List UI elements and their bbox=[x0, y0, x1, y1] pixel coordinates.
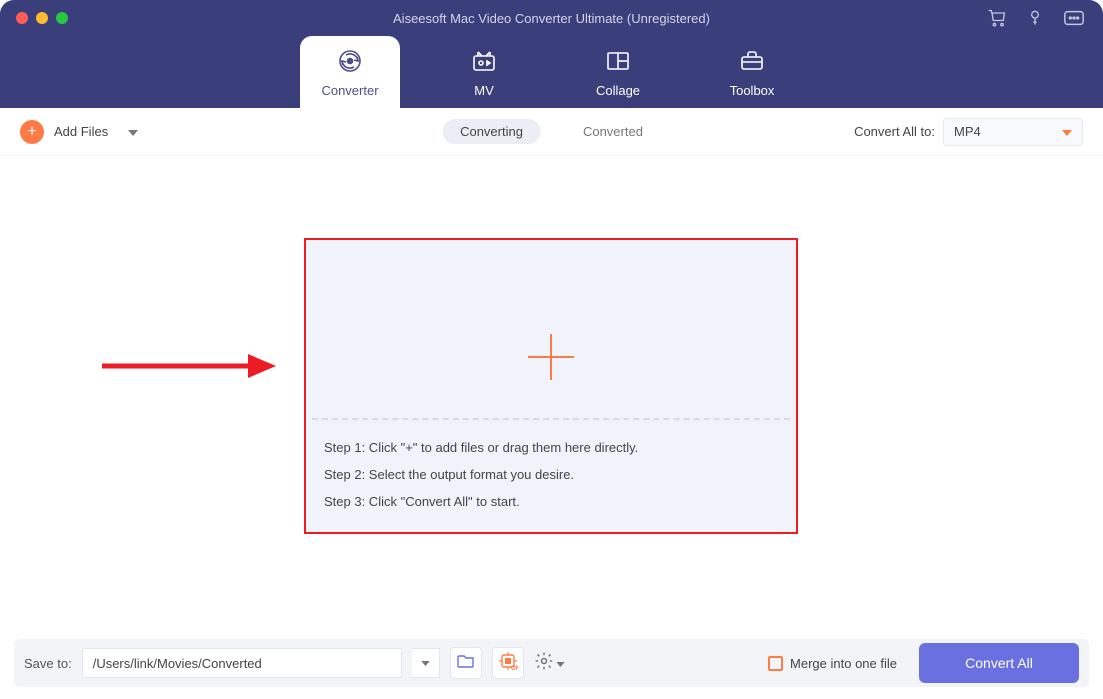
tab-label: Toolbox bbox=[730, 83, 775, 98]
window-title: Aiseesoft Mac Video Converter Ultimate (… bbox=[0, 11, 1103, 26]
convert-all-to: Convert All to: MP4 bbox=[854, 118, 1083, 146]
converter-icon bbox=[336, 47, 364, 75]
key-icon[interactable] bbox=[1025, 8, 1045, 28]
tab-label: Collage bbox=[596, 83, 640, 98]
merge-checkbox[interactable]: Merge into one file bbox=[768, 656, 897, 671]
drop-zone[interactable]: Step 1: Click "+" to add files or drag t… bbox=[304, 238, 798, 534]
instruction-steps: Step 1: Click "+" to add files or drag t… bbox=[324, 440, 638, 509]
add-files-label: Add Files bbox=[54, 124, 108, 139]
svg-text:ON: ON bbox=[511, 666, 518, 671]
menu-icon[interactable] bbox=[1063, 8, 1085, 28]
settings-button[interactable] bbox=[534, 647, 565, 679]
save-path-value: /Users/link/Movies/Converted bbox=[93, 656, 262, 671]
add-files-button[interactable]: + Add Files bbox=[20, 120, 138, 144]
save-path-field[interactable]: /Users/link/Movies/Converted bbox=[82, 648, 402, 678]
minimize-window-button[interactable] bbox=[36, 12, 48, 24]
step-text: Step 1: Click "+" to add files or drag t… bbox=[324, 440, 638, 455]
tab-label: MV bbox=[474, 83, 494, 98]
filter-converted[interactable]: Converted bbox=[565, 119, 661, 144]
toolbox-icon bbox=[738, 47, 766, 75]
tab-collage[interactable]: Collage bbox=[568, 36, 668, 108]
dropzone-divider bbox=[312, 418, 790, 420]
status-filter: Converting Converted bbox=[442, 119, 661, 144]
format-select[interactable]: MP4 bbox=[943, 118, 1083, 146]
chevron-down-icon bbox=[556, 654, 565, 672]
bottom-bar: Save to: /Users/link/Movies/Converted ON bbox=[14, 639, 1089, 687]
chevron-down-icon bbox=[1062, 124, 1072, 139]
convert-all-to-label: Convert All to: bbox=[854, 124, 935, 139]
main-tabs: Converter MV Collage Toolbox bbox=[0, 36, 1103, 108]
mv-icon bbox=[470, 47, 498, 75]
gpu-accel-button[interactable]: ON bbox=[492, 647, 524, 679]
collage-icon bbox=[604, 47, 632, 75]
cart-icon[interactable] bbox=[987, 8, 1007, 28]
titlebar-actions bbox=[987, 8, 1103, 28]
chevron-down-icon[interactable] bbox=[128, 123, 138, 141]
format-selected-value: MP4 bbox=[954, 124, 981, 139]
convert-all-label: Convert All bbox=[965, 655, 1033, 671]
add-files-plus-icon[interactable] bbox=[526, 332, 576, 387]
chip-icon: ON bbox=[498, 651, 518, 676]
checkbox-icon bbox=[768, 656, 783, 671]
folder-icon bbox=[457, 653, 475, 674]
save-to-label: Save to: bbox=[24, 656, 72, 671]
step-text: Step 3: Click "Convert All" to start. bbox=[324, 494, 638, 509]
tab-label: Converter bbox=[321, 83, 378, 98]
tab-converter[interactable]: Converter bbox=[300, 36, 400, 108]
zoom-window-button[interactable] bbox=[56, 12, 68, 24]
app-window: Aiseesoft Mac Video Converter Ultimate (… bbox=[0, 0, 1103, 699]
arrow-annotation bbox=[98, 346, 278, 391]
titlebar: Aiseesoft Mac Video Converter Ultimate (… bbox=[0, 0, 1103, 36]
step-text: Step 2: Select the output format you des… bbox=[324, 467, 638, 482]
tab-mv[interactable]: MV bbox=[434, 36, 534, 108]
convert-all-button[interactable]: Convert All bbox=[919, 643, 1079, 683]
plus-icon: + bbox=[20, 120, 44, 144]
close-window-button[interactable] bbox=[16, 12, 28, 24]
gear-icon bbox=[534, 651, 554, 676]
toolbar: + Add Files Converting Converted Convert… bbox=[0, 108, 1103, 156]
window-controls bbox=[0, 12, 68, 24]
main-content: Step 1: Click "+" to add files or drag t… bbox=[0, 156, 1103, 634]
save-path-dropdown[interactable] bbox=[412, 648, 440, 678]
filter-converting[interactable]: Converting bbox=[442, 119, 541, 144]
merge-label: Merge into one file bbox=[790, 656, 897, 671]
open-folder-button[interactable] bbox=[450, 647, 482, 679]
tab-toolbox[interactable]: Toolbox bbox=[702, 36, 802, 108]
